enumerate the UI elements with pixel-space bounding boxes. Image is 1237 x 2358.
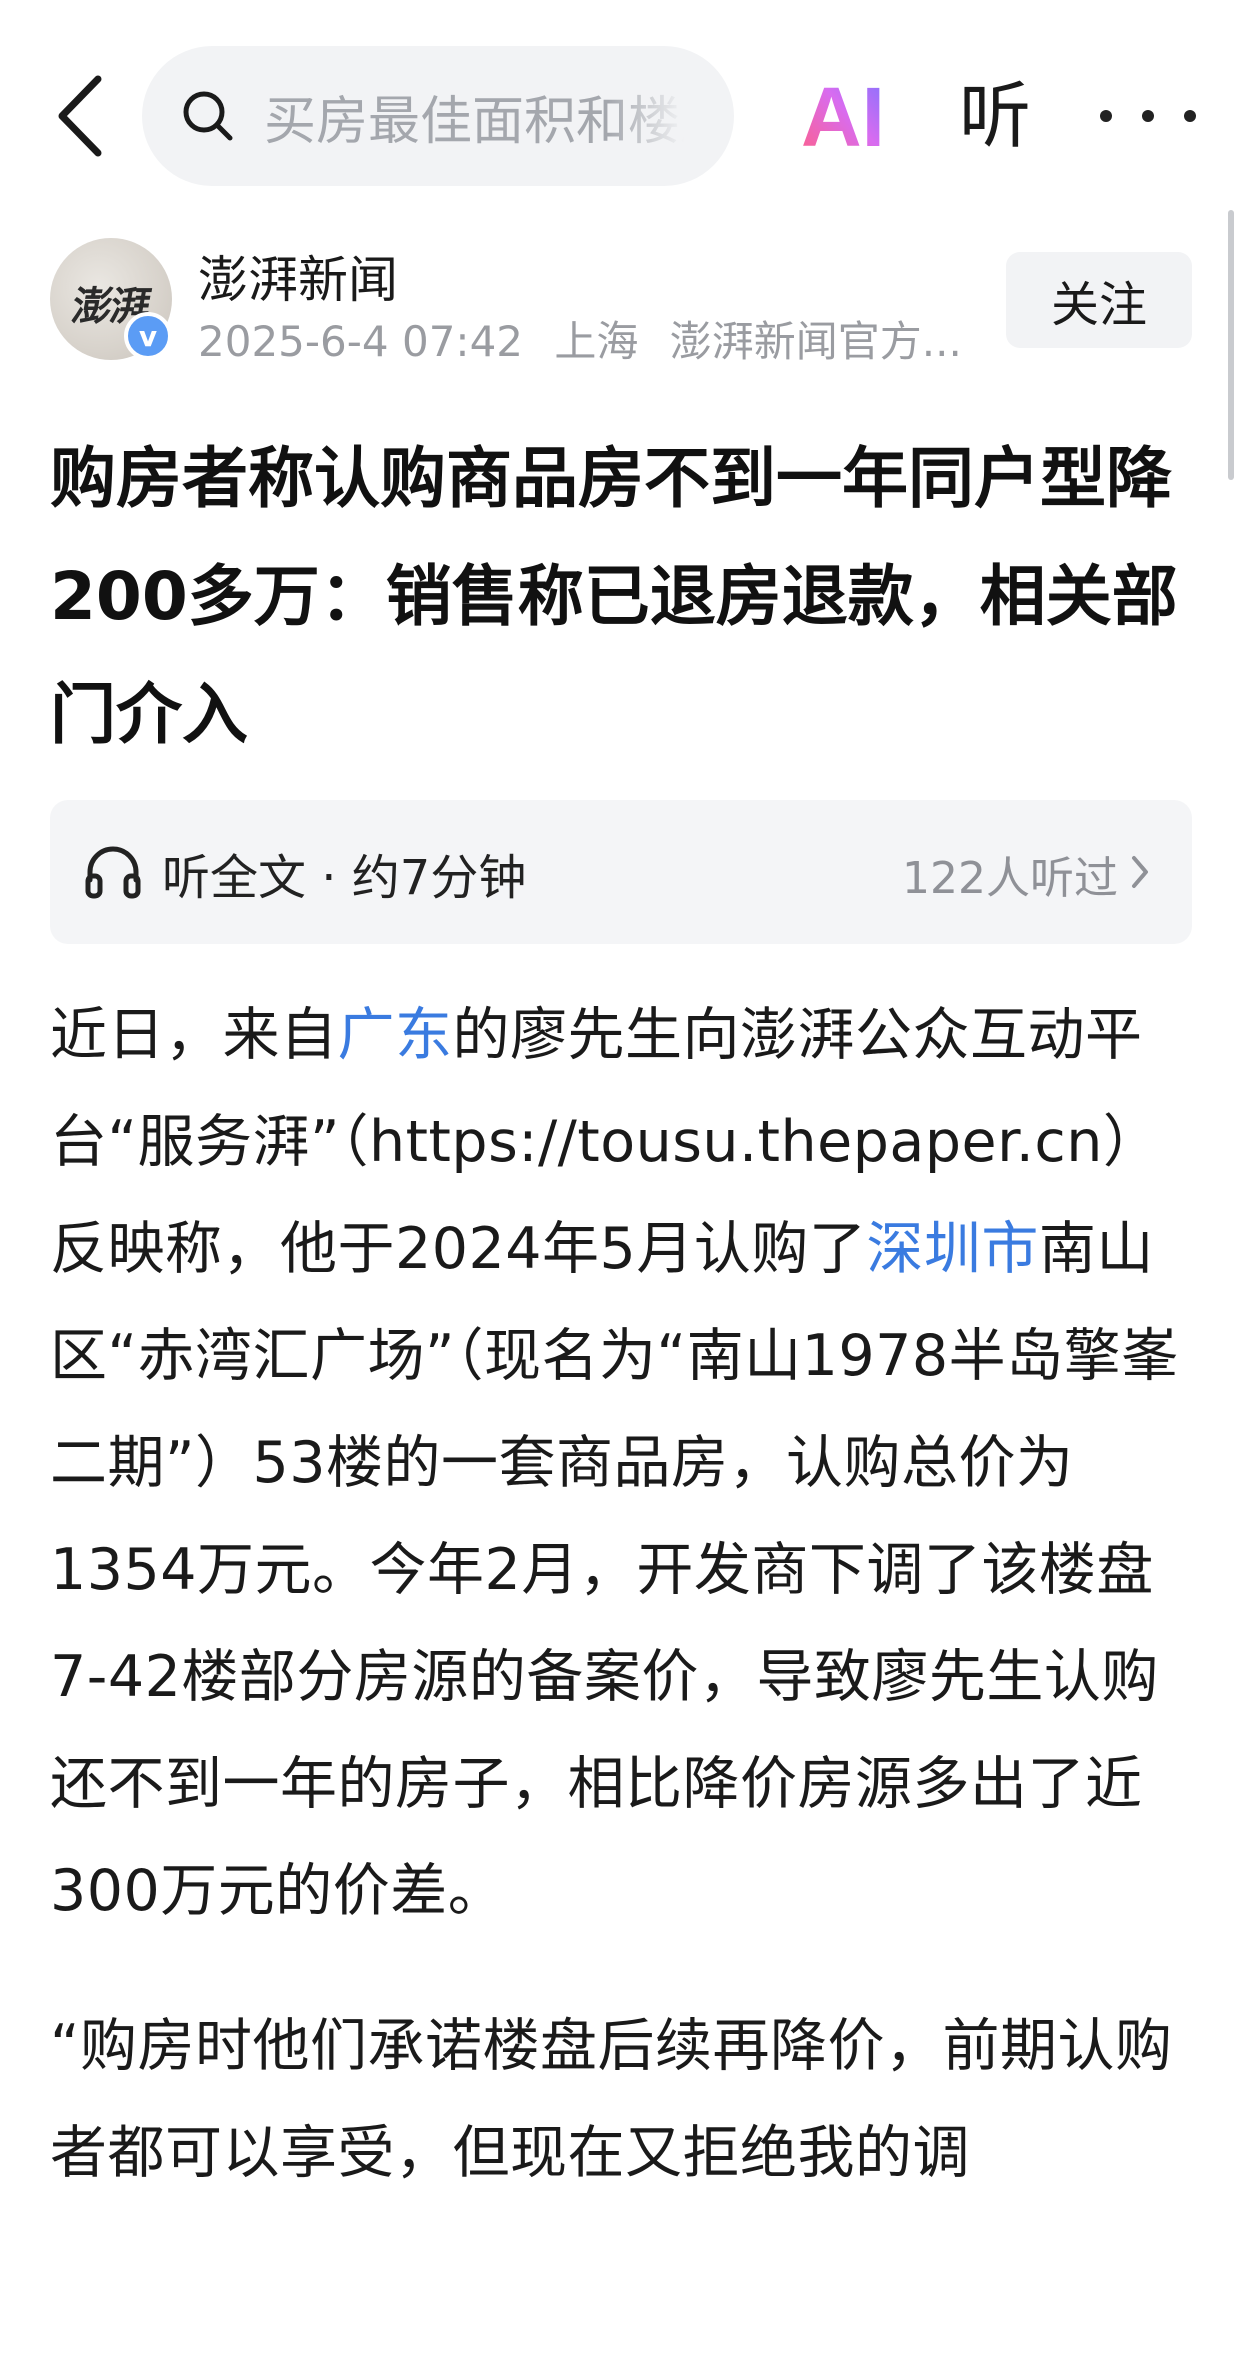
paragraph-text: 南山区“赤湾汇广场”（现名为“南山1978半岛擎峯二期”）53楼的一套商品房，认…: [50, 1216, 1179, 1924]
ai-logo-icon: AI: [801, 76, 885, 156]
location-link-guangdong[interactable]: 广东: [338, 1002, 453, 1068]
top-navigation-bar: 买房最佳面积和楼层 AI 听: [0, 0, 1237, 200]
paragraph: 近日，来自广东的廖先生向澎湃公众互动平台“服务湃”（https://tousu.…: [50, 982, 1195, 1945]
article-title: 购房者称认购商品房不到一年同户型降200多万：销售称已退房退款，相关部门介入: [50, 440, 1178, 753]
more-dot-icon: [1100, 110, 1112, 122]
ai-assistant-button[interactable]: AI: [790, 66, 896, 166]
listen-count: 122人听过: [902, 853, 1118, 904]
headphones-icon: [85, 846, 141, 899]
scrollbar[interactable]: [1228, 210, 1234, 480]
author-name[interactable]: 澎湃新闻: [198, 240, 398, 312]
post-date: 2025-6-4 07:42: [198, 317, 524, 366]
ai-label: AI: [801, 76, 885, 156]
search-input[interactable]: 买房最佳面积和楼层: [142, 46, 734, 186]
more-dot-icon: [1184, 110, 1196, 122]
verified-badge-icon: v: [124, 312, 172, 360]
more-options-button[interactable]: [1100, 88, 1196, 144]
search-placeholder: 买房最佳面积和楼层: [264, 91, 684, 152]
article-body: 近日，来自广东的廖先生向澎湃公众互动平台“服务湃”（https://tousu.…: [50, 982, 1195, 2255]
chevron-right-icon: [1132, 856, 1148, 888]
more-dot-icon: [1142, 110, 1154, 122]
search-icon: [180, 88, 236, 144]
post-location: 上海: [554, 317, 639, 366]
back-button[interactable]: [40, 66, 120, 166]
follow-button[interactable]: 关注: [1006, 252, 1192, 348]
back-arrow-icon: [58, 75, 102, 157]
paragraph: “购房时他们承诺楼盘后续再降价，前期认购者都可以享受，但现在又拒绝我的调: [50, 2013, 1173, 2186]
listen-duration-label: 听全文 · 约7分钟: [162, 850, 527, 906]
listen-button[interactable]: 听: [950, 64, 1040, 168]
location-link-shenzhen[interactable]: 深圳市: [866, 1216, 1039, 1282]
post-meta: 2025-6-4 07:42 上海 澎湃新闻官方...: [198, 308, 988, 369]
account-description: 澎湃新闻官方...: [669, 317, 962, 366]
paragraph-text: 近日，来自: [50, 1002, 338, 1068]
listen-full-article-card[interactable]: 听全文 · 约7分钟 122人听过: [50, 800, 1192, 944]
